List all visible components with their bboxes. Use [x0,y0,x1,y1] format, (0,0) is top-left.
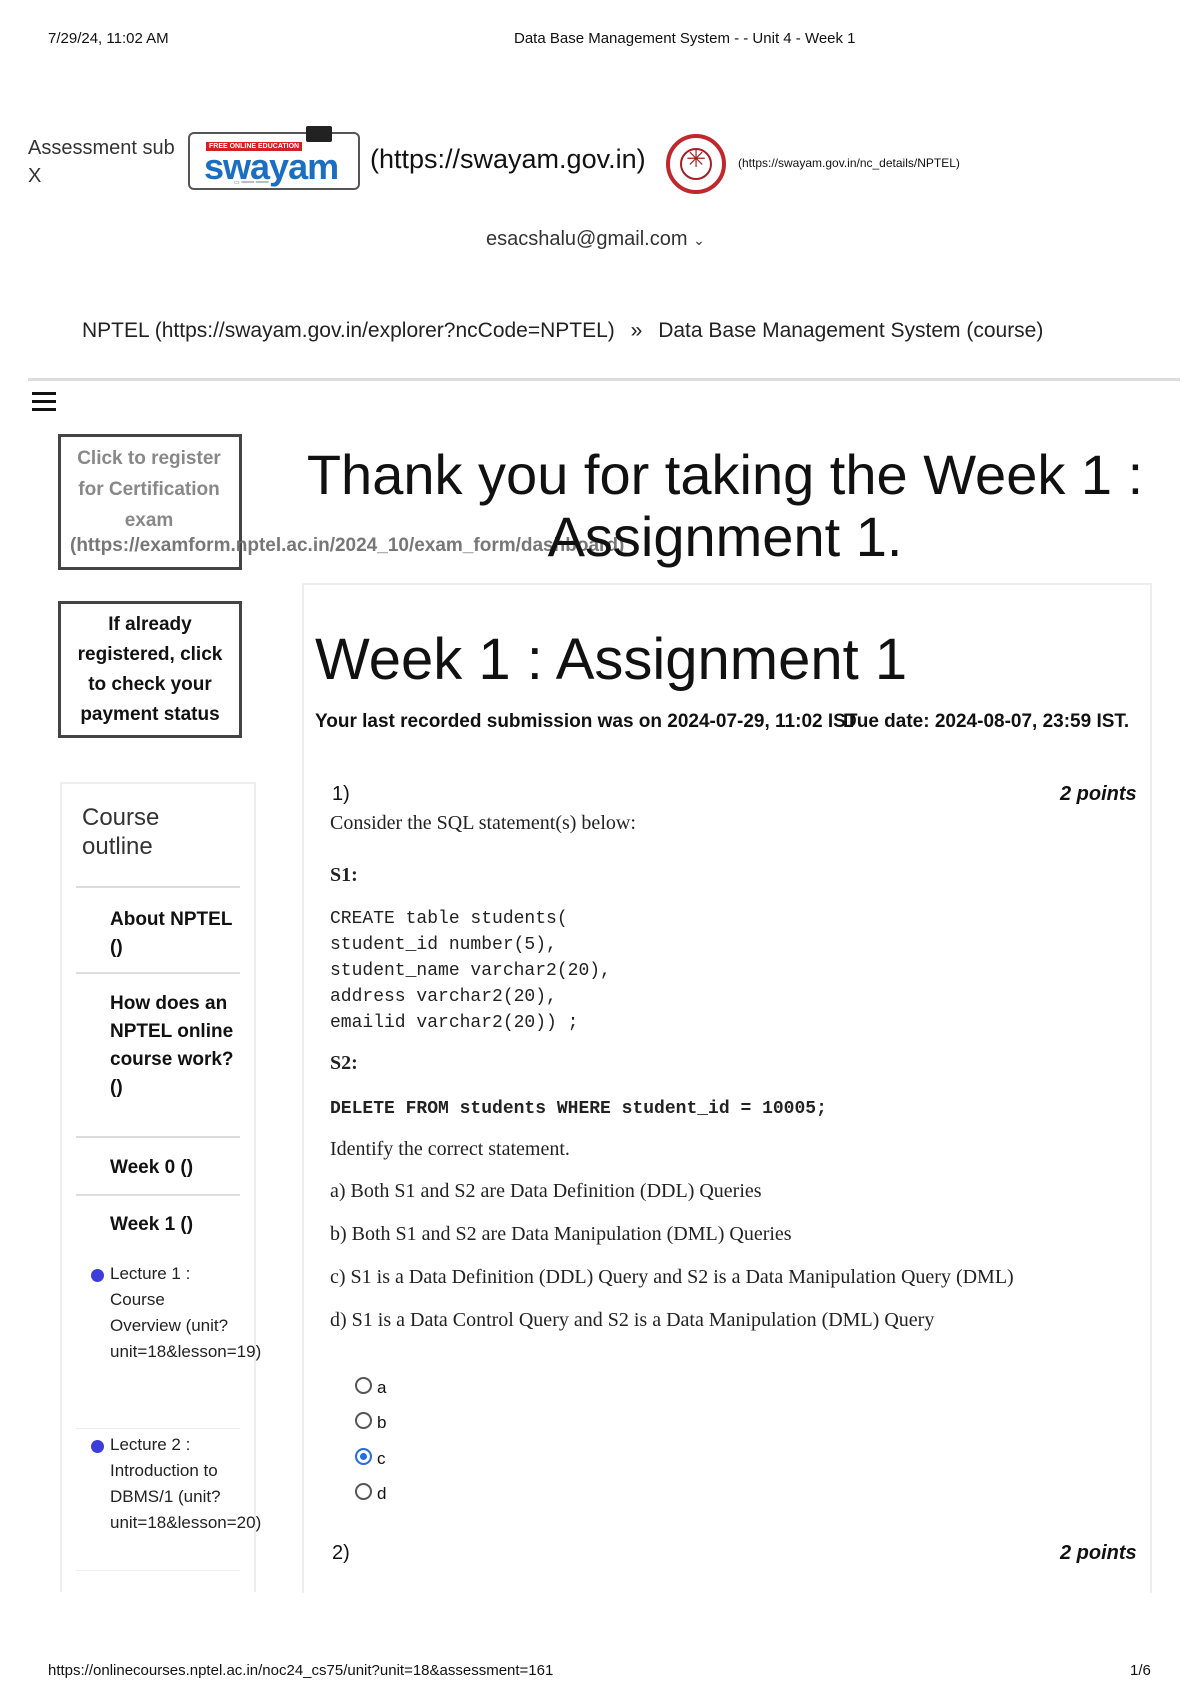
answer-choice-a[interactable]: a [355,1377,387,1398]
breadcrumb-current[interactable]: Data Base Management System (course) [658,319,1043,342]
outline-divider [76,1570,240,1571]
submission-info: Your last recorded submission was on 202… [315,708,1145,736]
nptel-logo[interactable]: ✳ [666,134,726,194]
statement-s2-code: DELETE FROM students WHERE student_id = … [330,1099,827,1119]
option-d-text: d) S1 is a Data Control Query and S2 is … [330,1309,935,1331]
choice-label: d [377,1484,387,1503]
logo-tagline: ▭ ═══ ═══ [234,180,269,186]
outline-item-how-it-works[interactable]: How does an NPTEL online course work? () [110,990,240,1102]
payment-status-button[interactable]: If already registered, click to check yo… [58,601,242,738]
option-a-text: a) Both S1 and S2 are Data Definition (D… [330,1180,762,1202]
option-c-text: c) S1 is a Data Definition (DDL) Query a… [330,1266,1014,1288]
chevron-down-icon: ⌄ [693,232,705,248]
question-intro: Consider the SQL statement(s) below: [330,812,636,834]
choice-label: a [377,1378,387,1397]
outline-item-week-1[interactable]: Week 1 () [110,1211,240,1239]
outline-divider [76,1136,240,1138]
statement-s1-code: CREATE table students( student_id number… [330,909,611,1033]
print-datetime: 7/29/24, 11:02 AM [48,30,169,47]
outline-item-week-0[interactable]: Week 0 () [110,1154,240,1182]
choice-label: b [377,1413,387,1432]
swayam-logo[interactable]: FREE ONLINE EDUCATION swayam ▭ ═══ ═══ [188,126,360,190]
lecture-status-dot-icon [91,1440,104,1453]
radio-button[interactable] [355,1483,372,1501]
statement-s1-label: S1: [330,864,358,886]
print-page-number: 1/6 [1130,1662,1151,1679]
answer-choice-c[interactable]: c [355,1448,386,1469]
question-number: 1) [332,783,350,805]
header-divider [28,378,1180,381]
question-points: 2 points [1060,1542,1137,1564]
option-b-text: b) Both S1 and S2 are Data Manipulation … [330,1223,792,1245]
graduation-cap-icon [306,126,332,142]
print-doc-title: Data Base Management System - - Unit 4 -… [514,30,856,47]
question-points: 2 points [1060,783,1137,805]
answer-choice-d[interactable]: d [355,1483,387,1504]
hamburger-menu-icon[interactable] [32,392,58,412]
question-number: 2) [332,1542,350,1564]
swayam-link[interactable]: (https://swayam.gov.in) [370,144,646,175]
outline-divider [76,972,240,974]
answer-choice-b[interactable]: b [355,1412,387,1433]
course-outline-title: Course outline [82,804,160,860]
outline-item-about-nptel[interactable]: About NPTEL () [110,906,240,962]
user-menu[interactable]: esacshalu@gmail.com ⌄ [486,228,705,251]
radio-button[interactable] [355,1377,372,1395]
last-submission: Your last recorded submission was on 202… [315,711,858,732]
breadcrumb-root[interactable]: NPTEL (https://swayam.gov.in/explorer?nc… [82,319,615,342]
due-date: Due date: 2024-08-07, 23:59 IST. [843,711,1130,732]
swayam-logo-text: swayam [204,146,339,187]
breadcrumb-separator: » [630,319,643,342]
outline-divider [76,1428,240,1429]
choice-label: c [377,1449,386,1468]
assignment-title: Week 1 : Assignment 1 [315,627,908,692]
radio-button-selected[interactable] [355,1448,372,1466]
thank-you-heading: Thank you for taking the Week 1 : Assign… [306,443,1144,568]
breadcrumb: NPTEL (https://swayam.gov.in/explorer?nc… [82,319,1043,343]
outline-divider [76,886,240,888]
statement-s2-label: S2: [330,1052,358,1074]
user-email: esacshalu@gmail.com [486,228,688,250]
radio-button[interactable] [355,1412,372,1430]
register-certification-label: Click to register for Certification exam [77,448,221,531]
question-prompt: Identify the correct statement. [330,1138,570,1160]
outline-lecture-1[interactable]: Lecture 1 : Course Overview (unit?unit=1… [110,1261,261,1365]
outline-lecture-2[interactable]: Lecture 2 : Introduction to DBMS/1 (unit… [110,1432,261,1536]
print-footer-url: https://onlinecourses.nptel.ac.in/noc24_… [48,1662,554,1679]
nptel-star-icon: ✳ [685,146,707,173]
lecture-status-dot-icon [91,1269,104,1282]
assessment-tab-label[interactable]: Assessment sub X [28,134,188,190]
outline-divider [76,1194,240,1196]
nptel-link[interactable]: (https://swayam.gov.in/nc_details/NPTEL) [738,156,960,170]
payment-status-label: If already registered, click to check yo… [77,614,223,725]
